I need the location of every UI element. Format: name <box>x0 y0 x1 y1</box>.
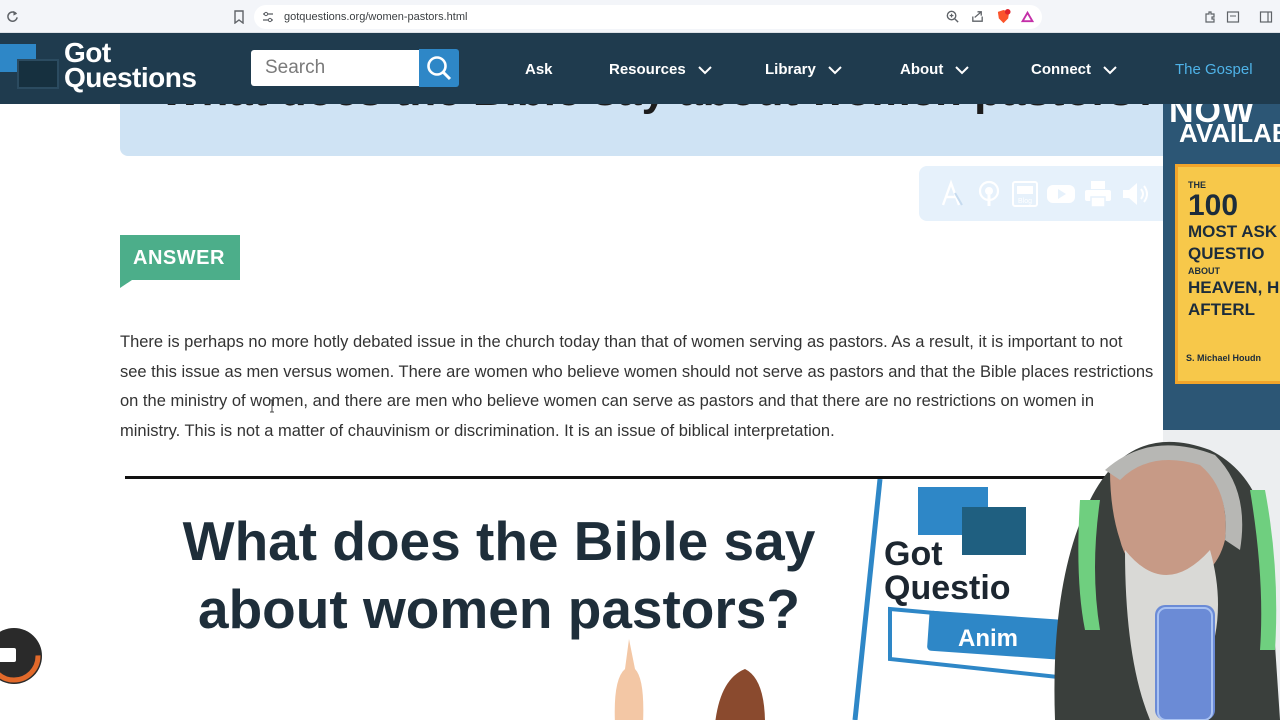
nav-about[interactable]: About <box>900 61 970 78</box>
ad-book-line: ABOUT <box>1188 266 1220 276</box>
video-title: What does the Bible say about women past… <box>139 507 859 643</box>
answer-tag-tail <box>120 280 132 288</box>
ad-available-text: AVAILAB <box>1179 118 1280 148</box>
nav-about-label: About <box>900 61 944 78</box>
sidebar-toggle-icon[interactable] <box>1259 10 1273 24</box>
ad-book-line: HEAVEN, H <box>1188 278 1280 297</box>
youtube-icon[interactable] <box>1046 179 1076 209</box>
page-title: What does the Bible say about women past… <box>160 104 1160 116</box>
share-icon[interactable] <box>970 9 985 24</box>
webcam-overlay <box>1054 441 1280 720</box>
chevron-down-icon <box>828 65 842 74</box>
print-icon[interactable] <box>1083 179 1113 209</box>
downloads-icon[interactable] <box>1226 10 1240 24</box>
podcast-icon[interactable] <box>974 179 1004 209</box>
article-title-box: What does the Bible say about women past… <box>120 104 1180 156</box>
site-info-icon[interactable] <box>262 11 274 23</box>
nav-library[interactable]: Library <box>765 61 842 78</box>
chevron-down-icon <box>1103 65 1117 74</box>
ad-book-line: AFTERL <box>1188 300 1256 319</box>
answer-paragraph: There is perhaps no more hotly debated i… <box>120 328 1180 446</box>
paragraph-line: on the ministry of women, and there are … <box>120 392 1095 410</box>
nav-resources[interactable]: Resources <box>609 61 712 78</box>
extensions-icon[interactable] <box>1203 10 1217 24</box>
illustration-hands-icon <box>614 639 765 720</box>
bookmark-icon[interactable] <box>233 10 245 24</box>
recording-widget-icon[interactable] <box>0 620 44 692</box>
brave-shield-icon[interactable] <box>996 9 1011 24</box>
answer-label: ANSWER <box>133 247 225 269</box>
logo-line-2: Questions <box>64 62 197 93</box>
search-button[interactable] <box>419 49 459 87</box>
paragraph-line: see this issue as men versus women. Ther… <box>120 362 1154 381</box>
text-cursor-icon <box>270 399 274 413</box>
url-text[interactable]: gotquestions.org/women-pastors.html <box>284 11 467 23</box>
search-icon <box>427 56 452 81</box>
ad-book-line: MOST ASK <box>1188 222 1278 241</box>
ad-book-title: THE 100 MOST ASK QUESTIO ABOUT HEAVEN, H… <box>1188 179 1280 321</box>
book-advertisement[interactable]: NOW AVAILAB THE 100 MOST ASK QUESTIO ABO… <box>1163 104 1280 430</box>
nav-the-gospel[interactable]: The Gospel <box>1175 61 1253 78</box>
brave-rewards-icon[interactable] <box>1020 9 1035 24</box>
search-input[interactable] <box>251 50 419 86</box>
chevron-down-icon <box>955 65 970 74</box>
nav-connect[interactable]: Connect <box>1031 61 1117 78</box>
ad-book-cover: THE 100 MOST ASK QUESTIO ABOUT HEAVEN, H… <box>1175 164 1280 384</box>
logo-icon[interactable] <box>0 38 60 90</box>
blog-icon[interactable]: Blog <box>1010 179 1040 209</box>
svg-text:Blog: Blog <box>1018 198 1032 205</box>
ad-book-author: S. Michael Houdn <box>1186 353 1262 363</box>
nav-ask-label: Ask <box>525 61 553 78</box>
chevron-down-icon <box>698 65 712 74</box>
site-logo-text[interactable]: Got Questions <box>64 39 197 93</box>
video-title-line-2: about women pastors? <box>198 578 800 640</box>
reload-icon[interactable] <box>6 10 19 23</box>
nav-connect-label: Connect <box>1031 61 1091 78</box>
ad-book-line: QUESTIO <box>1188 244 1265 263</box>
video-title-line-1: What does the Bible say <box>182 510 816 572</box>
zoom-icon[interactable] <box>945 9 960 24</box>
nav-library-label: Library <box>765 61 816 78</box>
nav-ask[interactable]: Ask <box>525 61 553 78</box>
nav-resources-label: Resources <box>609 61 686 78</box>
translate-icon[interactable] <box>937 179 967 209</box>
audio-icon[interactable] <box>1120 179 1150 209</box>
ad-book-line: 100 <box>1188 189 1239 222</box>
paragraph-line: There is perhaps no more hotly debated i… <box>120 333 1123 351</box>
